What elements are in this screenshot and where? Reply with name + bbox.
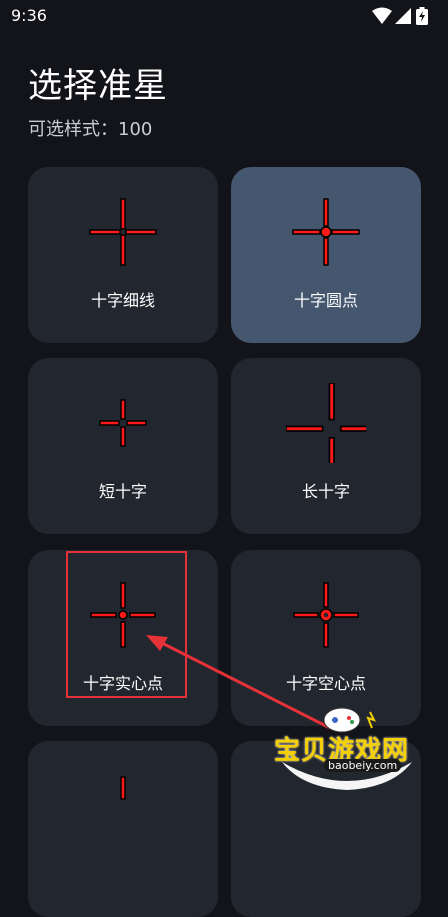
crosshair-card-long-cross[interactable]: 长十字 bbox=[231, 358, 421, 534]
crosshair-label: 短十字 bbox=[98, 482, 147, 501]
watermark-url: baobeiy.com bbox=[324, 759, 402, 772]
crosshair-label: 长十字 bbox=[301, 482, 350, 501]
status-time: 9:36 bbox=[11, 6, 47, 25]
crosshair-icon bbox=[99, 399, 147, 447]
status-bar: 9:36 bbox=[0, 0, 448, 32]
crosshair-icon bbox=[120, 776, 126, 800]
crosshair-icon bbox=[89, 198, 157, 266]
wifi-icon bbox=[372, 7, 392, 24]
signal-icon bbox=[395, 8, 411, 24]
crosshair-card-cross-thin[interactable]: 十字细线 bbox=[28, 167, 218, 343]
highlight-box bbox=[66, 551, 187, 698]
crosshair-label: 十字空心点 bbox=[285, 674, 366, 693]
style-count: 可选样式：100 bbox=[28, 119, 153, 140]
crosshair-icon bbox=[293, 582, 359, 648]
crosshair-card-cross-dot[interactable]: 十字圆点 bbox=[231, 167, 421, 343]
crosshair-icon bbox=[292, 198, 360, 266]
crosshair-card-short-cross[interactable]: 短十字 bbox=[28, 358, 218, 534]
page-title: 选择准星 bbox=[28, 66, 168, 106]
status-icons bbox=[372, 7, 436, 25]
watermark-logo: 宝贝游戏网 baobeiy.com bbox=[272, 700, 422, 790]
crosshair-icon bbox=[286, 383, 366, 463]
battery-icon bbox=[416, 7, 428, 25]
crosshair-label: 十字圆点 bbox=[293, 291, 358, 310]
crosshair-label: 十字细线 bbox=[90, 291, 155, 310]
crosshair-card-partial-left[interactable] bbox=[28, 741, 218, 917]
